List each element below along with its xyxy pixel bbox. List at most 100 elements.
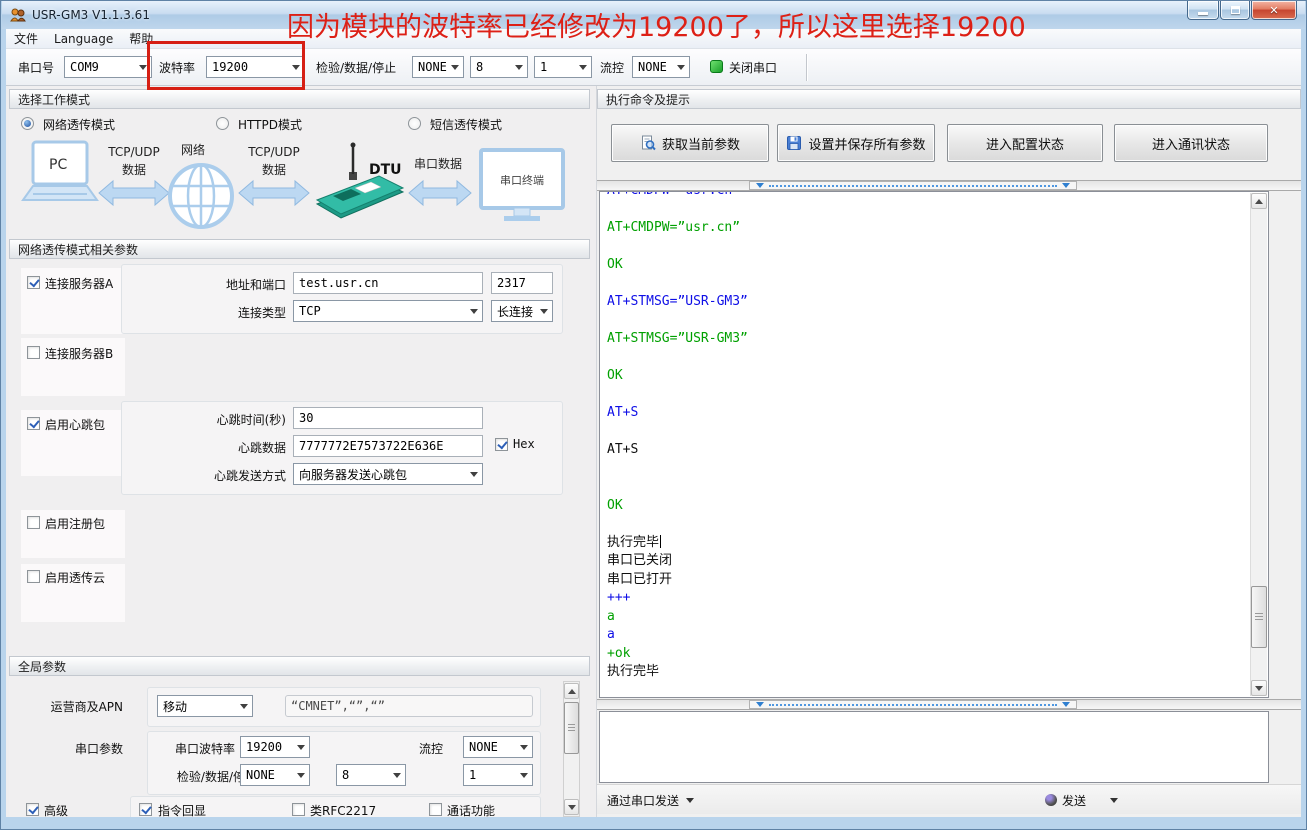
- menu-file[interactable]: 文件: [6, 29, 46, 48]
- log-line: OK: [607, 367, 1244, 386]
- call-checkbox[interactable]: [429, 803, 442, 816]
- save-params-button[interactable]: 设置并保存所有参数: [777, 124, 935, 162]
- log-scrollbar[interactable]: [1250, 193, 1267, 696]
- radio-sms-label[interactable]: 短信透传模式: [430, 116, 502, 133]
- enter-comm-button[interactable]: 进入通讯状态: [1114, 124, 1268, 162]
- global-params-header-label: 全局参数: [18, 658, 66, 675]
- advanced-checkbox[interactable]: [26, 803, 39, 816]
- scroll-down-button[interactable]: [564, 799, 579, 815]
- splitter-handle-bottom[interactable]: [749, 700, 1077, 709]
- heartbeat-checkbox[interactable]: [27, 417, 40, 430]
- apn-input[interactable]: “CMNET”,“”,“”: [285, 695, 533, 717]
- hb-data-input[interactable]: 7777772E7573722E636E: [293, 435, 483, 457]
- get-params-label: 获取当前参数: [662, 134, 740, 153]
- log-scroll-up-button[interactable]: [1251, 193, 1267, 209]
- log-line: OK: [607, 256, 1244, 275]
- echo-checkbox[interactable]: [139, 803, 152, 816]
- enter-comm-label: 进入通讯状态: [1152, 134, 1230, 153]
- serial-stopbits-select[interactable]: 1: [463, 764, 533, 786]
- advanced-label[interactable]: 高级: [44, 802, 68, 817]
- register-checkbox[interactable]: [27, 516, 40, 529]
- maximize-button[interactable]: [1220, 1, 1250, 20]
- radio-net-transparent-label[interactable]: 网络透传模式: [43, 116, 115, 133]
- log-scrollbar-thumb[interactable]: [1251, 586, 1267, 648]
- scroll-up-button[interactable]: [564, 683, 579, 699]
- serial-flow-label: 流控: [407, 740, 443, 757]
- server-a-checkbox[interactable]: [27, 276, 40, 289]
- server-port-input[interactable]: 2317: [491, 272, 553, 294]
- parity-value: NONE: [418, 60, 447, 74]
- serial-baud-select[interactable]: 19200: [240, 736, 310, 758]
- hb-mode-select[interactable]: 向服务器发送心跳包: [293, 463, 483, 485]
- cloud-label[interactable]: 启用透传云: [45, 569, 105, 586]
- server-b-checkbox[interactable]: [27, 346, 40, 359]
- addr-port-label: 地址和端口: [166, 276, 286, 293]
- conn-type-label: 连接类型: [166, 304, 286, 321]
- cloud-checkbox[interactable]: [27, 570, 40, 583]
- log-scroll-down-button[interactable]: [1251, 680, 1267, 696]
- log-scroll-down-icon: [1255, 686, 1263, 691]
- send-button[interactable]: 发送: [1045, 785, 1118, 815]
- log-line: [607, 201, 1244, 220]
- conn-keep-select[interactable]: 长连接: [491, 300, 553, 322]
- send-dropdown-icon: [1110, 798, 1118, 803]
- hex-checkbox[interactable]: [495, 438, 508, 451]
- serial-flow-select[interactable]: NONE: [463, 736, 533, 758]
- echo-label[interactable]: 指令回显: [158, 802, 206, 817]
- port-select[interactable]: COM9: [64, 56, 152, 78]
- parity-data-stop-label: 检验/数据/停止: [316, 49, 396, 86]
- hex-label[interactable]: Hex: [513, 437, 535, 451]
- close-button[interactable]: ✕: [1251, 1, 1297, 20]
- log-splitter-top[interactable]: [597, 180, 1301, 191]
- scrollbar-thumb[interactable]: [564, 702, 579, 754]
- log-line: AT+CMDPW=”usr.cn”: [607, 219, 1244, 238]
- radio-net-transparent-mode[interactable]: [21, 117, 34, 130]
- radio-sms-mode[interactable]: [408, 117, 421, 130]
- serial-databits-select[interactable]: 8: [336, 764, 406, 786]
- server-b-label[interactable]: 连接服务器B: [45, 345, 113, 362]
- serial-databits-value: 8: [342, 768, 349, 782]
- hb-time-input[interactable]: 30: [293, 407, 483, 429]
- get-params-button[interactable]: 获取当前参数: [611, 124, 769, 162]
- app-icon-graphic: [10, 7, 26, 23]
- register-label[interactable]: 启用注册包: [45, 515, 105, 532]
- serial-baud-value: 19200: [246, 740, 282, 754]
- log-line: a: [607, 608, 1244, 627]
- text-caret: [660, 535, 661, 548]
- splitter-handle-top[interactable]: [749, 181, 1077, 190]
- rfc2217-checkbox[interactable]: [292, 803, 305, 816]
- databits-select[interactable]: 8: [470, 56, 528, 78]
- svg-text:TCP/UDP: TCP/UDP: [107, 145, 160, 159]
- conn-type-select[interactable]: TCP: [293, 300, 483, 322]
- stopbits-select[interactable]: 1: [534, 56, 592, 78]
- log-line: [607, 460, 1244, 479]
- arrow-net-dtu: [239, 181, 309, 205]
- global-params-scrollbar[interactable]: [563, 681, 580, 817]
- enter-config-button[interactable]: 进入配置状态: [947, 124, 1103, 162]
- log-line: 串口已打开: [607, 571, 1244, 590]
- server-address-input[interactable]: test.usr.cn: [293, 272, 483, 294]
- serial-parity-select[interactable]: NONE: [240, 764, 310, 786]
- rfc2217-label[interactable]: 类RFC2217: [310, 802, 376, 817]
- log-scroll-up-icon: [1255, 199, 1263, 204]
- send-textarea[interactable]: [599, 711, 1269, 783]
- send-via-serial-button[interactable]: 通过串口发送: [607, 785, 694, 815]
- menu-language[interactable]: Language: [46, 29, 121, 48]
- flow-label: 流控: [600, 49, 624, 86]
- parity-select[interactable]: NONE: [412, 56, 464, 78]
- flow-select[interactable]: NONE: [632, 56, 690, 78]
- close-port-button[interactable]: 关闭串口: [729, 49, 777, 86]
- log-line: [607, 423, 1244, 442]
- call-label[interactable]: 通话功能: [447, 802, 495, 817]
- carrier-select[interactable]: 移动: [157, 695, 253, 717]
- radio-httpd-mode[interactable]: [216, 117, 229, 130]
- log-splitter-bottom[interactable]: [597, 699, 1301, 710]
- minimize-button[interactable]: [1187, 1, 1219, 20]
- server-a-label[interactable]: 连接服务器A: [45, 275, 113, 292]
- radio-httpd-label[interactable]: HTTPD模式: [238, 116, 302, 133]
- server-address-value: test.usr.cn: [299, 276, 378, 290]
- command-log-area[interactable]: AT+CMDPW=”usr.cn” AT+CMDPW=”usr.cn” OK A…: [599, 191, 1269, 698]
- heartbeat-label[interactable]: 启用心跳包: [45, 416, 105, 433]
- server-port-value: 2317: [497, 276, 526, 290]
- command-panel-header-label: 执行命令及提示: [606, 91, 690, 108]
